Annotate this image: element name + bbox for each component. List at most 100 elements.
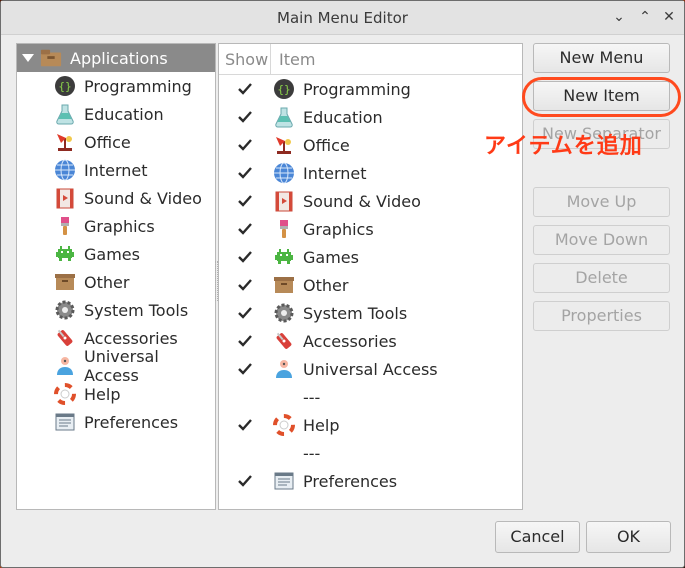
list-row-separator[interactable]: --- (219, 383, 522, 411)
properties-button[interactable]: Properties (533, 301, 670, 331)
tree-item-label: Other (84, 272, 130, 292)
tree-item-label: Universal Access (84, 347, 159, 385)
tree-root-applications[interactable]: Applications (17, 44, 215, 72)
list-row-education[interactable]: Education (219, 103, 522, 131)
tree-item-graphics[interactable]: Graphics (17, 212, 215, 240)
tree-item-system-tools[interactable]: System Tools (17, 296, 215, 324)
tree-item-education[interactable]: Education (17, 100, 215, 128)
list-item-label: Accessories (303, 331, 397, 351)
show-checkbox[interactable] (237, 165, 253, 181)
separator-label: --- (303, 387, 321, 407)
show-checkbox[interactable] (237, 249, 253, 265)
delete-button[interactable]: Delete (533, 263, 670, 293)
expander-down-icon[interactable] (22, 54, 34, 62)
titlebar: Main Menu Editor ⌄ ⌃ ✕ (1, 1, 684, 35)
programming-icon: {} (273, 78, 295, 100)
show-checkbox[interactable] (237, 277, 253, 293)
universal-access-icon (54, 355, 76, 377)
list-item-label: Help (303, 415, 340, 435)
list-row-programming[interactable]: {} Programming (219, 75, 522, 103)
programming-icon: {} (54, 75, 76, 97)
show-checkbox[interactable] (237, 333, 253, 349)
list-header: Show Item (219, 44, 522, 75)
items-list[interactable]: Show Item {} Programming Education Office In… (218, 43, 523, 510)
list-row-other[interactable]: Other (219, 271, 522, 299)
help-icon (54, 383, 76, 405)
tree-item-programming[interactable]: {} Programming (17, 72, 215, 100)
accessories-icon (54, 327, 76, 349)
other-icon (54, 271, 76, 293)
accessories-icon (273, 330, 295, 352)
system-tools-icon (273, 302, 295, 324)
list-item-label: Graphics (303, 219, 374, 239)
close-icon[interactable]: ✕ (659, 7, 679, 27)
move-down-button[interactable]: Move Down (533, 225, 670, 255)
column-header-item[interactable]: Item (271, 50, 315, 69)
tree-item-label: Accessories (84, 328, 178, 348)
menu-tree[interactable]: Applications {} Programming Education Offic… (16, 43, 216, 510)
column-header-show[interactable]: Show (219, 44, 271, 74)
list-row-internet[interactable]: Internet (219, 159, 522, 187)
list-item-label: Universal Access (303, 359, 438, 379)
games-icon (273, 246, 295, 268)
show-checkbox[interactable] (237, 81, 253, 97)
list-row-help[interactable]: Help (219, 411, 522, 439)
maximize-icon[interactable]: ⌃ (635, 7, 655, 27)
education-icon (54, 103, 76, 125)
tree-item-universal-access[interactable]: Universal Access (17, 347, 215, 385)
internet-icon (273, 162, 295, 184)
show-checkbox[interactable] (237, 137, 253, 153)
graphics-icon (273, 218, 295, 240)
ok-button[interactable]: OK (586, 521, 671, 553)
show-checkbox[interactable] (237, 109, 253, 125)
list-row-office[interactable]: Office (219, 131, 522, 159)
tree-item-sound-video[interactable]: Sound & Video (17, 184, 215, 212)
list-row-preferences[interactable]: Preferences (219, 467, 522, 495)
list-item-label: System Tools (303, 303, 408, 323)
list-row-sound-video[interactable]: Sound & Video (219, 187, 522, 215)
show-checkbox[interactable] (237, 221, 253, 237)
new-menu-button[interactable]: New Menu (533, 43, 670, 73)
separator-label: --- (303, 443, 321, 463)
show-checkbox[interactable] (237, 305, 253, 321)
svg-text:{}: {} (277, 83, 290, 96)
other-icon (273, 274, 295, 296)
list-item-label: Programming (303, 79, 411, 99)
education-icon (273, 106, 295, 128)
tree-item-label: Programming (84, 76, 192, 96)
list-row-games[interactable]: Games (219, 243, 522, 271)
move-up-button[interactable]: Move Up (533, 187, 670, 217)
tree-item-label: Graphics (84, 216, 155, 236)
preferences-icon (54, 411, 76, 433)
list-row-graphics[interactable]: Graphics (219, 215, 522, 243)
tree-item-office[interactable]: Office (17, 128, 215, 156)
list-row-system-tools[interactable]: System Tools (219, 299, 522, 327)
list-row-accessories[interactable]: Accessories (219, 327, 522, 355)
tree-item-label: Office (84, 132, 131, 152)
show-checkbox[interactable] (237, 193, 253, 209)
list-item-label: Other (303, 275, 349, 295)
minimize-icon[interactable]: ⌄ (609, 7, 629, 27)
tree-item-preferences[interactable]: Preferences (17, 408, 215, 436)
tree-item-label: Internet (84, 160, 148, 180)
help-icon (273, 414, 295, 436)
office-icon (54, 131, 76, 153)
list-row-universal-access[interactable]: Universal Access (219, 355, 522, 383)
show-checkbox[interactable] (237, 473, 253, 489)
tree-item-label: Preferences (84, 412, 179, 432)
tree-item-label: Help (84, 384, 121, 404)
show-checkbox[interactable] (237, 417, 253, 433)
show-checkbox[interactable] (237, 361, 253, 377)
tree-item-games[interactable]: Games (17, 240, 215, 268)
list-row-separator[interactable]: --- (219, 439, 522, 467)
list-item-label: Education (303, 107, 383, 127)
folder-icon (40, 47, 62, 69)
tree-item-label: Education (84, 104, 164, 124)
tree-item-other[interactable]: Other (17, 268, 215, 296)
list-item-label: Sound & Video (303, 191, 421, 211)
system-tools-icon (54, 299, 76, 321)
cancel-button[interactable]: Cancel (495, 521, 580, 553)
tree-item-internet[interactable]: Internet (17, 156, 215, 184)
list-item-label: Games (303, 247, 359, 267)
list-item-label: Internet (303, 163, 367, 183)
